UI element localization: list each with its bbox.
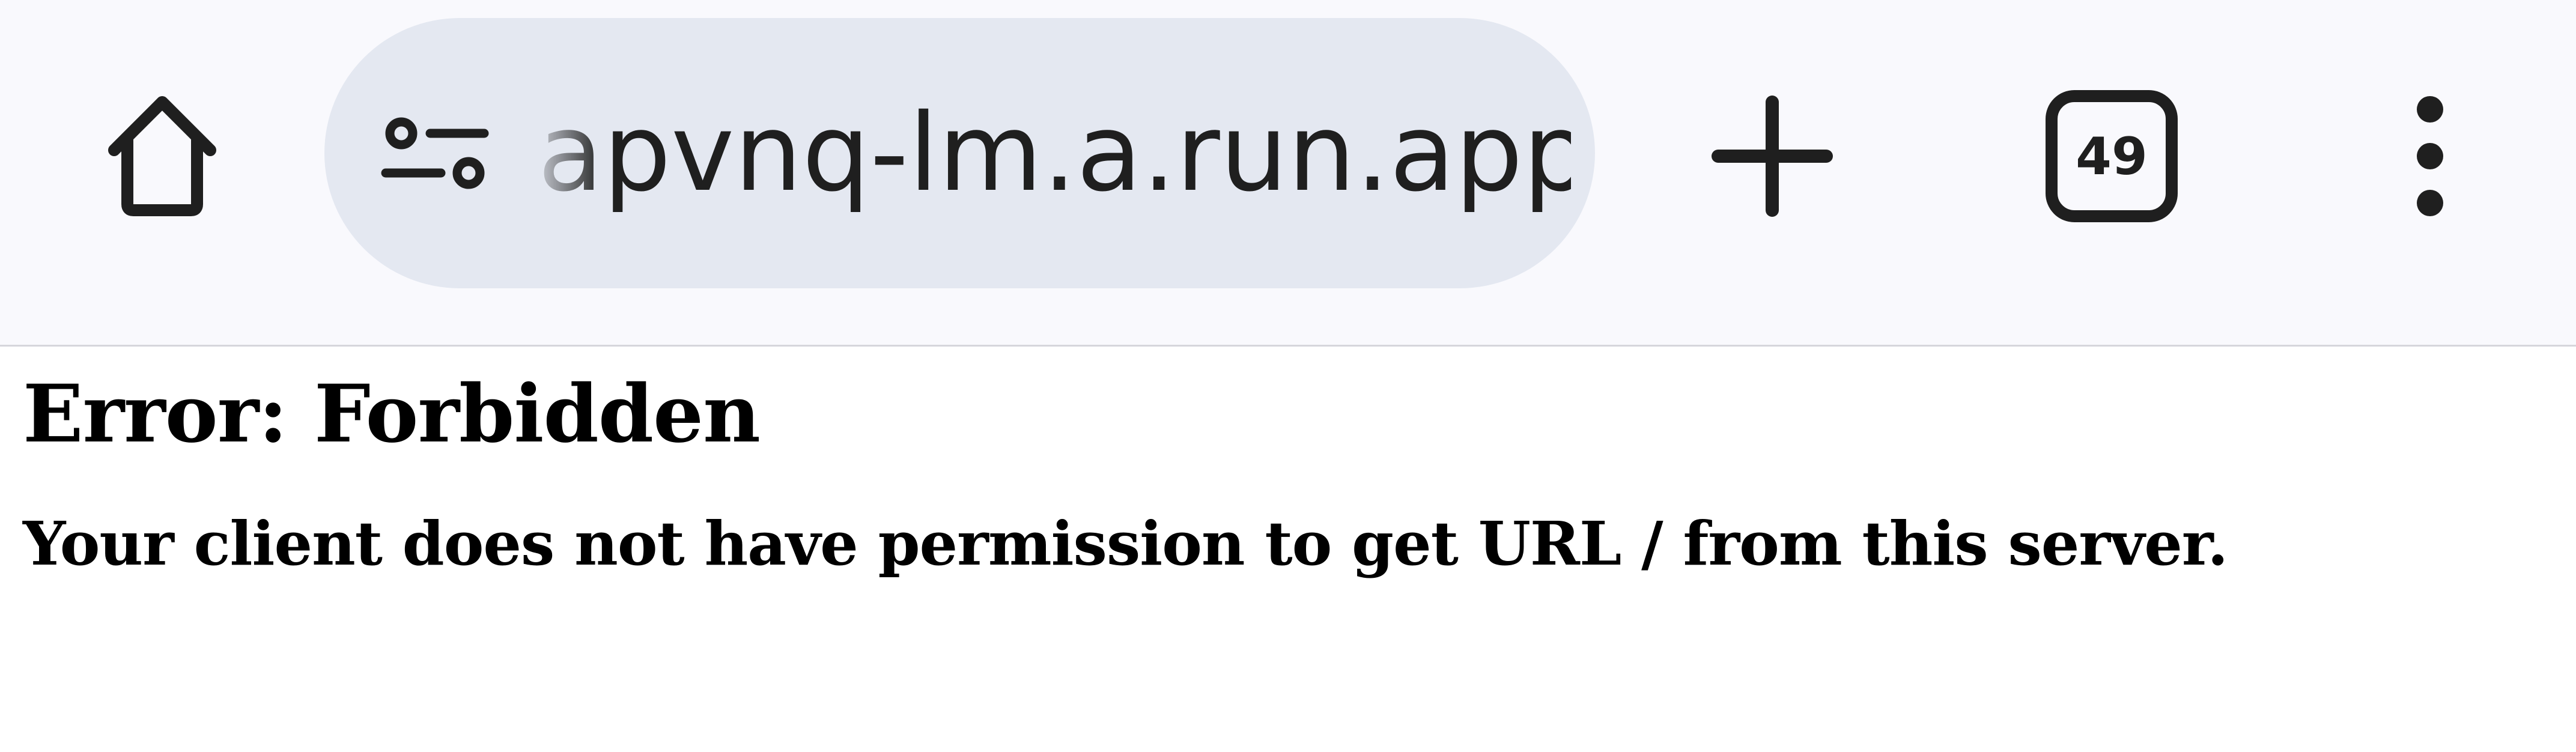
page-title: Error: Forbidden [23, 368, 761, 461]
error-message: Your client does not have permission to … [23, 508, 2228, 579]
browser-toolbar: apvnq-lm.a.run.app 49 [0, 0, 2576, 347]
plus-icon[interactable] [1700, 90, 1844, 222]
tab-count: 49 [2076, 127, 2148, 187]
more-vert-icon[interactable] [2394, 84, 2466, 228]
tune-icon[interactable] [378, 108, 493, 198]
home-icon[interactable] [90, 79, 234, 223]
tab-switcher-button[interactable]: 49 [2040, 84, 2184, 228]
address-bar[interactable]: apvnq-lm.a.run.app [324, 18, 1595, 288]
url-text[interactable]: apvnq-lm.a.run.app [538, 18, 1571, 288]
page-content: Error: Forbidden Your client does not ha… [23, 360, 2546, 589]
